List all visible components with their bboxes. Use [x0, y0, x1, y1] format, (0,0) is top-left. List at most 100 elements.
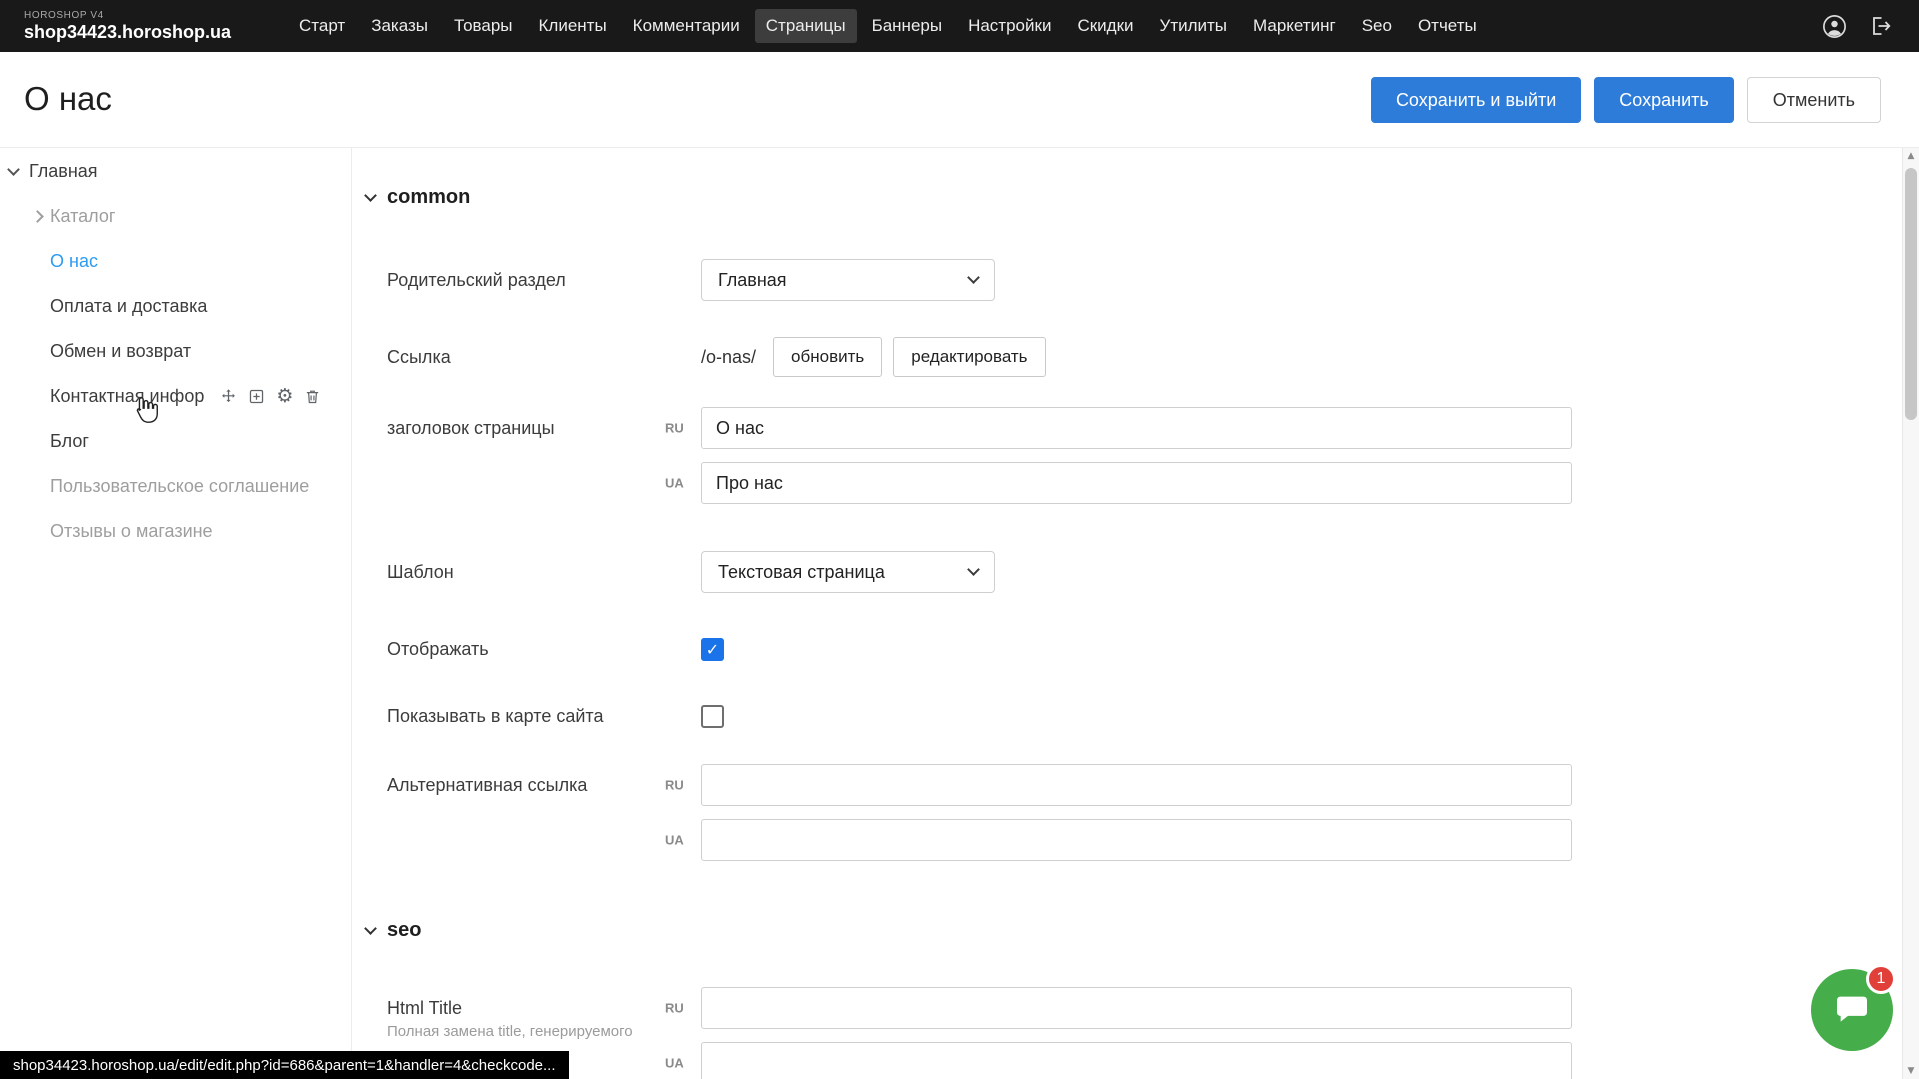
scroll-down-icon[interactable]: ▼ — [1903, 1066, 1919, 1076]
sidebar-item-otzyvy[interactable]: Отзывы о магазине — [0, 509, 351, 554]
nav-item-utilities[interactable]: Утилиты — [1149, 9, 1239, 43]
field-label: Шаблон — [387, 562, 701, 583]
chat-bubble-icon — [1832, 990, 1872, 1030]
lang-ru-badge: RU — [665, 421, 684, 436]
gear-icon[interactable]: ⚙ — [276, 388, 293, 405]
field-label: заголовок страницы — [387, 407, 701, 449]
section-seo[interactable]: seo — [366, 919, 1919, 942]
nav-item-comments[interactable]: Комментарии — [622, 9, 751, 43]
tree-item-label: Пользовательское соглашение — [50, 476, 309, 497]
nav-item-products[interactable]: Товары — [443, 9, 523, 43]
nav-item-discounts[interactable]: Скидки — [1066, 9, 1144, 43]
nav-item-clients[interactable]: Клиенты — [528, 9, 618, 43]
sidebar-item-obmen-i-vozvrat[interactable]: Обмен и возврат — [0, 329, 351, 374]
tree-item-label: О нас — [50, 251, 98, 272]
chevron-down-icon — [967, 563, 980, 576]
save-and-exit-button[interactable]: Сохранить и выйти — [1371, 77, 1581, 123]
link-row: Ссылка /o-nas/ обновить редактировать — [387, 337, 1919, 377]
sidebar-item-soglashenie[interactable]: Пользовательское соглашение — [0, 464, 351, 509]
select-value: Главная — [718, 270, 787, 291]
sitemap-checkbox[interactable] — [701, 705, 724, 728]
field-label: Альтернативная ссылка — [387, 764, 701, 806]
nav-item-marketing[interactable]: Маркетинг — [1242, 9, 1347, 43]
parent-section-select[interactable]: Главная — [701, 259, 995, 301]
sidebar-item-blog[interactable]: Блог — [0, 419, 351, 464]
sitemap-row: Показывать в карте сайта — [387, 705, 1919, 728]
tree-row-actions: ⚙ — [220, 388, 321, 405]
sidebar-item-kontaktnaya-informaciya[interactable]: Контактная инфор ⚙ — [0, 374, 351, 419]
cancel-button[interactable]: Отменить — [1747, 77, 1881, 123]
save-button[interactable]: Сохранить — [1594, 77, 1733, 123]
parent-section-row: Родительский раздел Главная — [387, 259, 1919, 301]
template-select[interactable]: Текстовая страница — [701, 551, 995, 593]
page-heading-row: заголовок страницы RU UA — [387, 407, 1919, 504]
pages-tree: Главная Каталог О нас Оплата и доставка … — [0, 148, 352, 1079]
move-icon[interactable] — [220, 388, 237, 405]
page-heading-ru-input[interactable] — [701, 407, 1572, 449]
field-label: Html Title Полная замена title, генериру… — [387, 987, 701, 1041]
lang-ua-badge: UA — [665, 833, 684, 848]
nav-item-seo[interactable]: Seo — [1351, 9, 1403, 43]
header-buttons: Сохранить и выйти Сохранить Отменить — [1371, 77, 1881, 123]
nav-item-settings[interactable]: Настройки — [957, 9, 1062, 43]
content-area: Главная Каталог О нас Оплата и доставка … — [0, 147, 1919, 1079]
html-title-ru-input[interactable] — [701, 987, 1572, 1029]
chat-unread-badge: 1 — [1866, 964, 1896, 994]
link-path: /o-nas/ — [701, 347, 756, 368]
lang-ua-badge: UA — [665, 1056, 684, 1071]
alt-link-row: Альтернативная ссылка RU UA — [387, 764, 1919, 861]
scrollbar[interactable]: ▲ ▼ — [1902, 148, 1919, 1079]
chevron-down-icon — [364, 189, 377, 202]
field-label: Ссылка — [387, 347, 701, 368]
page-heading-ua-input[interactable] — [701, 462, 1572, 504]
lang-ua-badge: UA — [665, 476, 684, 491]
chat-launcher[interactable]: 1 — [1811, 969, 1893, 1051]
tree-item-label: Каталог — [50, 206, 115, 227]
edit-link-button[interactable]: редактировать — [893, 337, 1045, 377]
html-title-row: Html Title Полная замена title, генериру… — [387, 987, 1919, 1079]
chevron-down-icon — [7, 163, 20, 176]
nav-item-reports[interactable]: Отчеты — [1407, 9, 1488, 43]
nav-item-orders[interactable]: Заказы — [360, 9, 439, 43]
trash-icon[interactable] — [304, 388, 321, 405]
chevron-right-icon — [31, 210, 44, 223]
tree-item-label: Отзывы о магазине — [50, 521, 213, 542]
field-hint: Полная замена title, генерируемого — [387, 1023, 701, 1041]
nav-item-pages[interactable]: Страницы — [755, 9, 857, 43]
alt-link-ru-input[interactable] — [701, 764, 1572, 806]
chevron-down-icon — [967, 271, 980, 284]
page-edit-form: common Родительский раздел Главная Ссылк… — [352, 148, 1919, 1079]
scrollbar-thumb[interactable] — [1905, 168, 1917, 420]
topbar: HOROSHOP V4 shop34423.horoshop.ua Старт … — [0, 0, 1919, 52]
nav-item-start[interactable]: Старт — [288, 9, 356, 43]
sidebar-item-katalog[interactable]: Каталог — [0, 194, 351, 239]
sidebar-item-glavnaya[interactable]: Главная — [0, 149, 351, 194]
sidebar-item-o-nas[interactable]: О нас — [0, 239, 351, 284]
brand-logo[interactable]: HOROSHOP V4 shop34423.horoshop.ua — [24, 10, 286, 43]
tree-item-label: Контактная инфор — [50, 386, 204, 407]
lang-ru-badge: RU — [665, 1001, 684, 1016]
lang-ru-badge: RU — [665, 778, 684, 793]
tree-item-label: Обмен и возврат — [50, 341, 191, 362]
brand-version: HOROSHOP V4 — [24, 10, 286, 21]
html-title-ua-input[interactable] — [701, 1042, 1572, 1079]
sidebar-item-oplata-i-dostavka[interactable]: Оплата и доставка — [0, 284, 351, 329]
brand-domain: shop34423.horoshop.ua — [24, 22, 286, 43]
alt-link-ua-input[interactable] — [701, 819, 1572, 861]
scroll-up-icon[interactable]: ▲ — [1903, 151, 1919, 161]
refresh-link-button[interactable]: обновить — [773, 337, 882, 377]
select-value: Текстовая страница — [718, 562, 885, 583]
account-icon[interactable] — [1821, 13, 1847, 39]
display-checkbox[interactable] — [701, 638, 724, 661]
topbar-icons — [1821, 13, 1893, 39]
page-header: О нас Сохранить и выйти Сохранить Отмени… — [0, 52, 1919, 147]
field-label: Родительский раздел — [387, 270, 701, 291]
nav-item-banners[interactable]: Баннеры — [861, 9, 954, 43]
chevron-down-icon — [364, 922, 377, 935]
page-title: О нас — [24, 80, 112, 118]
tree-item-label: Блог — [50, 431, 89, 452]
add-icon[interactable] — [248, 388, 265, 405]
logout-icon[interactable] — [1867, 13, 1893, 39]
tree-item-label: Главная — [29, 161, 98, 182]
section-common[interactable]: common — [366, 186, 1919, 209]
